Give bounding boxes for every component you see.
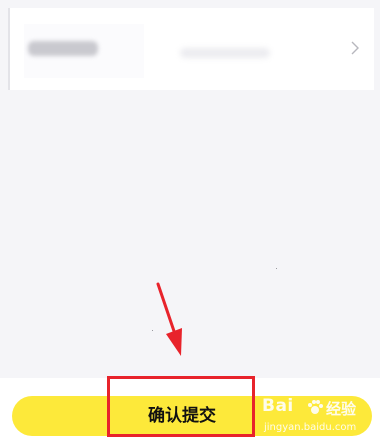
watermark-logo: Bai <box>262 396 294 416</box>
paw-icon <box>308 400 323 414</box>
blurred-label <box>28 41 98 56</box>
watermark-name: 经验 <box>326 400 357 418</box>
form-row[interactable] <box>8 8 374 90</box>
arrow-down-icon <box>156 282 182 356</box>
blurred-value <box>180 48 270 58</box>
speck <box>276 268 277 269</box>
annotation-highlight-box <box>107 376 255 437</box>
watermark-url: jingyan.baidu.com <box>264 422 357 433</box>
chevron-right-icon <box>351 41 359 55</box>
watermark: Bai 经验 jingyan.baidu.com <box>262 394 372 440</box>
